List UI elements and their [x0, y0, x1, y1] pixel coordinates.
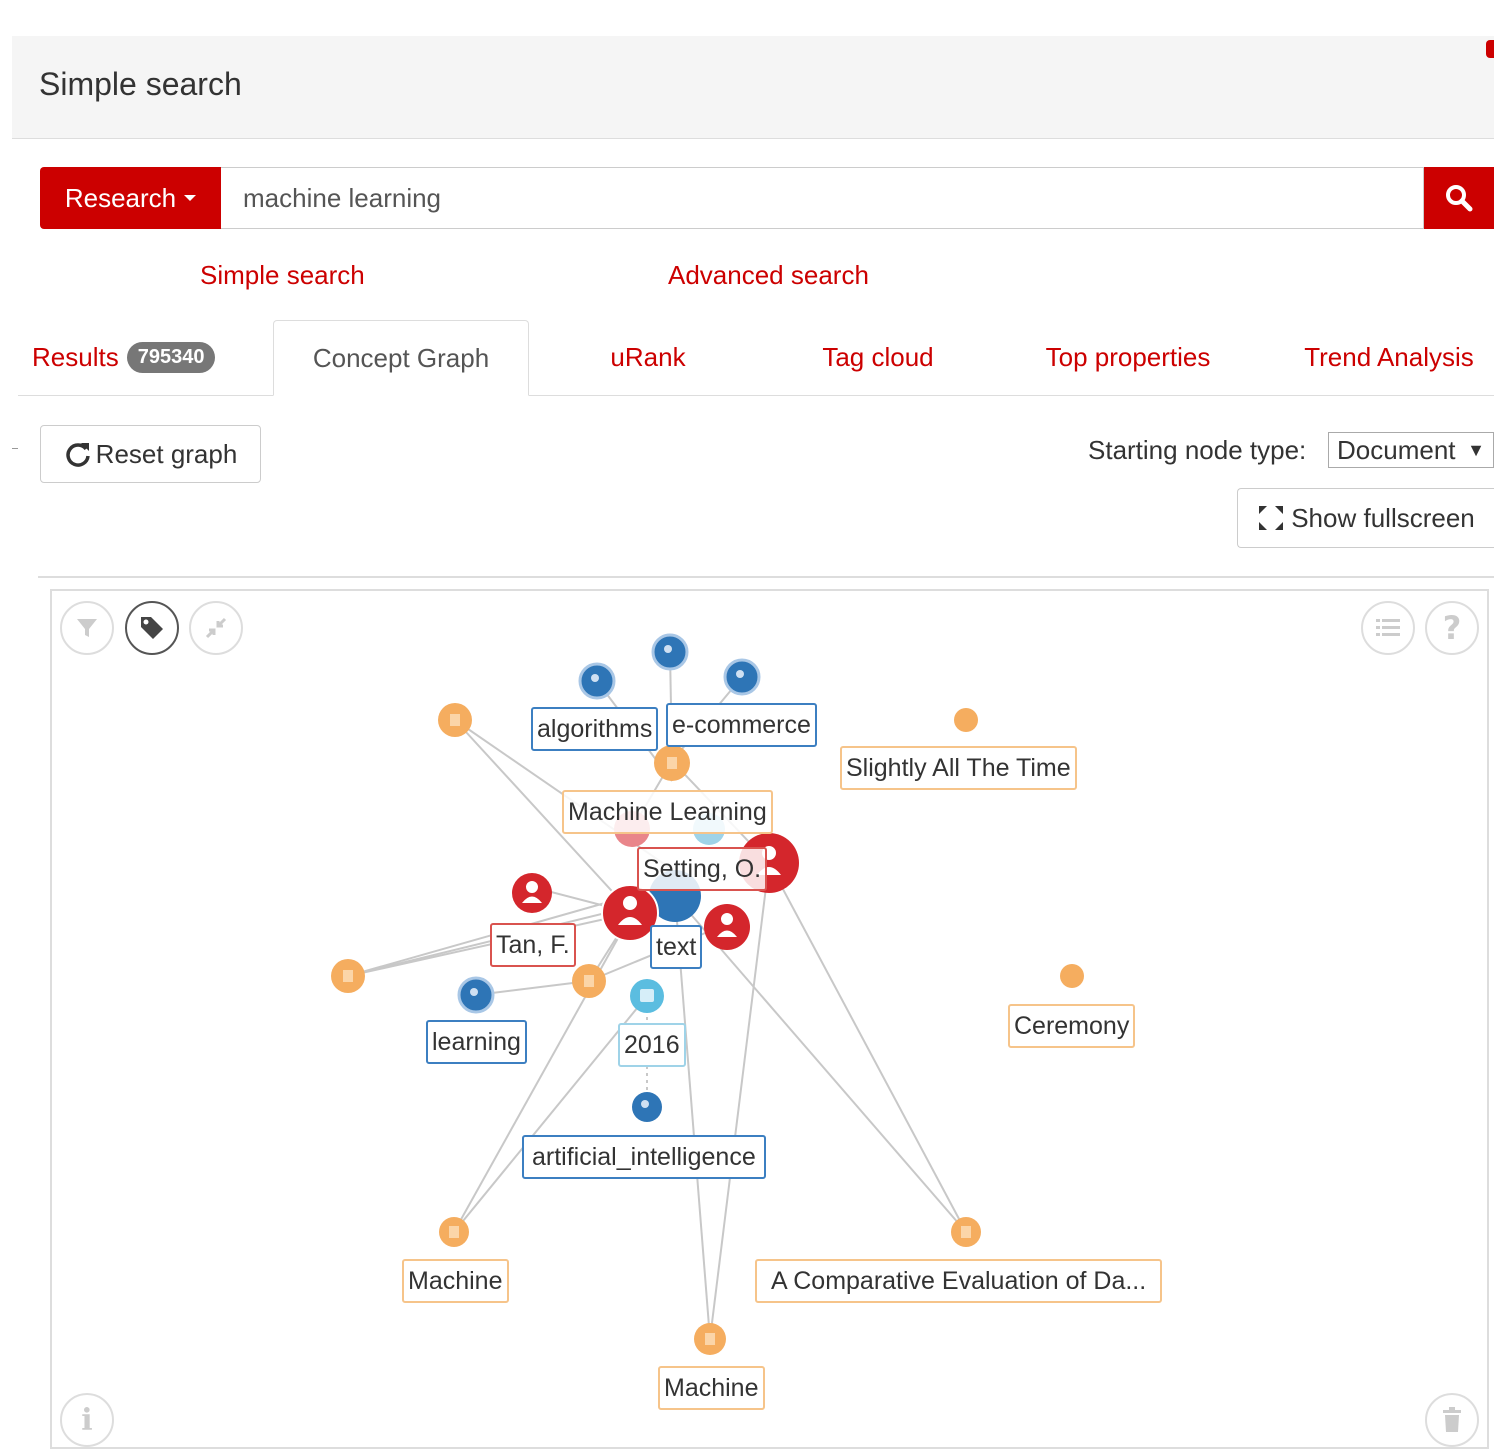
tab-urank[interactable]: uRank [548, 320, 748, 395]
caret-down-icon [184, 195, 197, 201]
collapse-button[interactable] [189, 601, 243, 655]
tab-trend-analysis-label: Trend Analysis [1304, 342, 1474, 372]
section-divider [38, 576, 1494, 578]
question-icon: ? [1442, 609, 1462, 647]
results-count-badge: 795340 [126, 342, 216, 373]
node-label-slightly-all-the-time[interactable]: Slightly All The Time [840, 746, 1077, 790]
refresh-icon [65, 443, 90, 467]
node-label-ceremony[interactable]: Ceremony [1008, 1004, 1136, 1048]
node-label-machine[interactable]: Machine [402, 1259, 509, 1303]
dropdown-arrow-icon: ▼ [1467, 439, 1485, 460]
tab-top-properties-label: Top properties [1045, 342, 1211, 372]
document-icon [584, 975, 594, 987]
document-icon [450, 714, 460, 726]
tab-tag-cloud[interactable]: Tag cloud [778, 320, 978, 395]
node-label-tan-f[interactable]: Tan, F. [490, 923, 576, 967]
person-node [704, 904, 750, 950]
info-icon: i [81, 1402, 93, 1438]
node-label-setting-o[interactable]: Setting, O. [637, 847, 768, 891]
document-icon [449, 1226, 459, 1238]
search-scope-label: Research [64, 182, 177, 213]
calendar-icon [640, 989, 654, 1002]
document-icon [705, 1333, 715, 1345]
node-label-algorithms[interactable]: algorithms [531, 707, 659, 751]
panel-header: Simple search [12, 36, 1494, 139]
concept-graph-canvas[interactable]: algorithms e-commerce Slightly All The T… [50, 589, 1489, 1449]
tab-urank-label: uRank [610, 342, 686, 372]
node-label-ecommerce[interactable]: e-commerce [666, 703, 817, 747]
list-button[interactable] [1361, 601, 1415, 655]
key-icon [664, 645, 672, 653]
node-label-machine-2[interactable]: Machine [658, 1366, 765, 1410]
node-label-comparative-evaluation[interactable]: A Comparative Evaluation of Da... [755, 1259, 1163, 1303]
simple-search-link[interactable]: Simple search [200, 260, 365, 291]
show-fullscreen-label: Show fullscreen [1291, 502, 1475, 533]
list-icon [1376, 619, 1400, 636]
search-scope-dropdown[interactable]: Research [40, 167, 221, 229]
document-icon [667, 757, 677, 769]
trash-icon [1443, 1407, 1461, 1432]
tag-button[interactable] [125, 601, 179, 655]
node-type-value: Document [1337, 434, 1456, 465]
tab-trend-analysis[interactable]: Trend Analysis [1286, 320, 1492, 395]
page-title: Simple search [39, 66, 242, 102]
key-icon [641, 1100, 649, 1108]
key-icon [470, 988, 478, 996]
node-label-learning[interactable]: learning [426, 1020, 527, 1064]
compress-icon [205, 617, 227, 639]
advanced-search-link[interactable]: Advanced search [668, 260, 869, 291]
search-input[interactable] [221, 167, 1424, 229]
expand-icon [1259, 506, 1284, 530]
tab-top-properties[interactable]: Top properties [1008, 320, 1248, 395]
divider [12, 448, 18, 449]
node-label-2016[interactable]: 2016 [618, 1023, 686, 1067]
tab-results-label: Results [32, 342, 119, 372]
key-icon [736, 670, 744, 678]
reset-graph-label: Reset graph [95, 438, 238, 469]
result-tabs: Results 795340 Concept Graph uRank Tag c… [18, 320, 1494, 396]
node-type-label: Starting node type: [1088, 435, 1307, 465]
tab-tag-cloud-label: Tag cloud [822, 342, 934, 372]
filter-icon [77, 619, 97, 637]
document-icon [961, 1226, 971, 1238]
tag-icon [141, 617, 163, 639]
search-button[interactable] [1424, 167, 1494, 229]
show-fullscreen-button[interactable]: Show fullscreen [1237, 488, 1494, 548]
filter-button[interactable] [60, 601, 114, 655]
info-button[interactable]: i [60, 1393, 114, 1447]
notification-dot [1486, 40, 1494, 58]
help-button[interactable]: ? [1425, 601, 1479, 655]
reset-graph-button[interactable]: Reset graph [40, 425, 261, 483]
tab-concept-graph-label: Concept Graph [312, 342, 490, 373]
node-label-artificial-intelligence[interactable]: artificial_intelligence [522, 1135, 766, 1179]
search-icon [1446, 185, 1473, 212]
node-label-machine-learning[interactable]: Machine Learning [562, 790, 773, 834]
tab-results[interactable]: Results 795340 [32, 320, 252, 395]
delete-button[interactable] [1425, 1393, 1479, 1447]
graph-edge [768, 862, 967, 1233]
node-label-text[interactable]: text [650, 925, 703, 969]
document-node [954, 708, 978, 732]
document-icon [343, 970, 353, 982]
document-node [1060, 964, 1084, 988]
key-icon [591, 674, 599, 682]
node-type-select[interactable]: Document ▼ [1328, 432, 1494, 468]
tab-concept-graph[interactable]: Concept Graph [273, 320, 529, 396]
search-bar: Research [40, 167, 1494, 229]
